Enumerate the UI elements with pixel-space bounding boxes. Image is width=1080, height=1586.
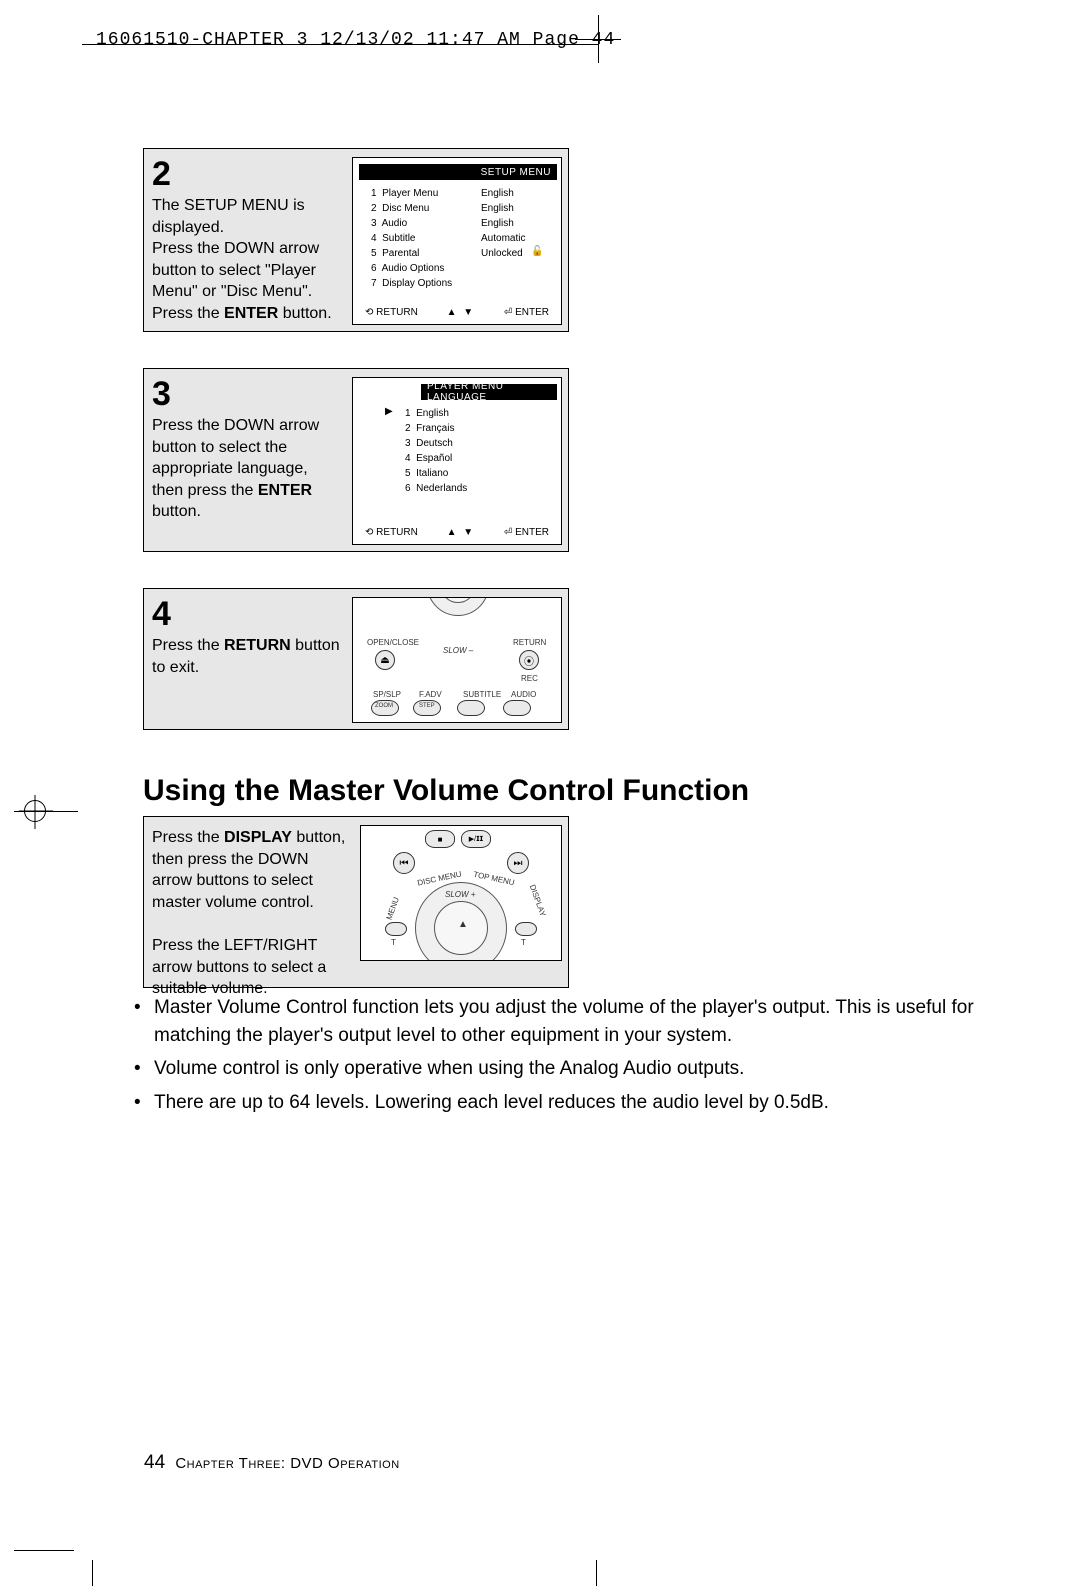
enter-label: ENTER <box>504 527 549 538</box>
label-return: RETURN <box>513 638 546 647</box>
label-fadv: F.ADV <box>419 690 442 699</box>
arrow-icons: ▲ ▼ <box>447 307 476 318</box>
t-button-right <box>515 922 537 936</box>
print-meta: 16061510-CHAPTER 3 12/13/02 11:47 AM Pag… <box>96 30 615 50</box>
audio-button <box>503 700 531 716</box>
volume-panel: Press the DISPLAY button, then press the… <box>143 816 569 988</box>
text: Press the <box>152 637 224 654</box>
label-subtitle: SUBTITLE <box>463 690 501 699</box>
section-title: Using the Master Volume Control Function <box>143 774 749 808</box>
cursor-icon: ▶ <box>385 406 393 417</box>
text-bold: ENTER <box>224 305 278 322</box>
crop-mark <box>14 1550 74 1551</box>
next-button: ⏭ <box>507 852 529 874</box>
osd-setup-items: 1 Player Menu 2 Disc Menu 3 Audio 4 Subt… <box>371 186 452 291</box>
text-bold: ENTER <box>258 482 312 499</box>
bullet-list: Master Volume Control function lets you … <box>130 994 1012 1122</box>
return-label: RETURN <box>365 307 418 318</box>
bullet-item: Volume control is only operative when us… <box>130 1055 1012 1083</box>
enter-label: ENTER <box>504 307 549 318</box>
label-step: STEP <box>419 703 435 709</box>
osd-title: SETUP MENU <box>359 164 557 180</box>
osd-language-items: 1 English 2 Français 3 Deutsch 4 Español… <box>405 406 467 496</box>
step-2-panel: 2 The SETUP MENU is displayed. Press the… <box>143 148 569 332</box>
return-button: ⦿ <box>519 650 539 670</box>
label-spslp: SP/SLP <box>373 690 401 699</box>
label-rec: REC <box>521 674 538 683</box>
volume-text: Press the DISPLAY button, then press the… <box>152 827 348 1000</box>
osd-title: PLAYER MENU LANGUAGE <box>421 384 557 400</box>
crop-mark <box>596 1560 597 1586</box>
chapter-label: Chapter Three: DVD Operation <box>175 1455 399 1472</box>
crop-mark <box>14 811 78 812</box>
osd-setup-values: English English English Automatic Unlock… <box>481 186 525 261</box>
label-open-close: OPEN/CLOSE <box>367 638 419 647</box>
bullet-item: There are up to 64 levels. Lowering each… <box>130 1089 1012 1117</box>
osd-setup-menu: SETUP MENU 1 Player Menu 2 Disc Menu 3 A… <box>352 157 562 325</box>
remote-illustration-2: ■ ▶/𝗜𝗜 ⏮ ⏭ DISC MENU TOP MENU MENU DISPL… <box>360 825 562 961</box>
label-slow-plus: SLOW + <box>445 890 475 899</box>
osd-language-menu: PLAYER MENU LANGUAGE ▶ 1 English 2 Franç… <box>352 377 562 545</box>
osd-footer: RETURN ▲ ▼ ENTER <box>353 307 561 318</box>
label-t-left: T <box>391 938 396 947</box>
stop-button: ■ <box>425 830 455 848</box>
bullet-item: Master Volume Control function lets you … <box>130 994 1012 1049</box>
open-close-button: ⏏ <box>375 650 395 670</box>
step-number: 4 <box>152 595 171 634</box>
step-number: 3 <box>152 375 171 414</box>
text-bold: DISPLAY <box>224 829 292 846</box>
page-footer: 44 Chapter Three: DVD Operation <box>144 1452 400 1474</box>
label-t-right: T <box>521 938 526 947</box>
step-4-panel: 4 Press the RETURN button to exit. OPEN/… <box>143 588 569 730</box>
step-2-text: The SETUP MENU is displayed. Press the D… <box>152 195 342 325</box>
return-label: RETURN <box>365 527 418 538</box>
crop-mark <box>92 1560 93 1586</box>
text: button. <box>278 305 331 322</box>
play-pause-button: ▶/𝗜𝗜 <box>461 830 491 848</box>
label-menu: MENU <box>385 896 402 921</box>
label-display: DISPLAY <box>528 883 548 917</box>
text: The SETUP MENU is displayed. <box>152 197 305 236</box>
step-number: 2 <box>152 155 171 194</box>
text: Press the <box>152 305 224 322</box>
text: Press the <box>152 829 224 846</box>
arrow-icons: ▲ ▼ <box>447 527 476 538</box>
text: button. <box>152 503 201 520</box>
up-arrow-icon: ▲ <box>458 919 468 930</box>
text-bold: RETURN <box>224 637 291 654</box>
label-audio: AUDIO <box>511 690 536 699</box>
step-3-panel: 3 Press the DOWN arrow button to select … <box>143 368 569 552</box>
t-button-left <box>385 922 407 936</box>
lock-icon: 🔓 <box>531 246 543 257</box>
label-slow: SLOW – <box>443 646 473 655</box>
page-number: 44 <box>144 1452 165 1473</box>
subtitle-button <box>457 700 485 716</box>
prev-button: ⏮ <box>393 852 415 874</box>
label-zoom: ZOOM <box>375 703 393 709</box>
step-3-text: Press the DOWN arrow button to select th… <box>152 415 342 523</box>
dpad <box>427 597 489 616</box>
page: 16061510-CHAPTER 3 12/13/02 11:47 AM Pag… <box>0 0 1080 1397</box>
text: Press the DOWN arrow button to select "P… <box>152 240 319 300</box>
step-4-text: Press the RETURN button to exit. <box>152 635 342 678</box>
osd-footer: RETURN ▲ ▼ ENTER <box>353 527 561 538</box>
remote-illustration-1: OPEN/CLOSE RETURN SLOW – ⏏ ⦿ REC SP/SLP … <box>352 597 562 723</box>
text: Press the LEFT/RIGHT arrow buttons to se… <box>152 937 326 997</box>
